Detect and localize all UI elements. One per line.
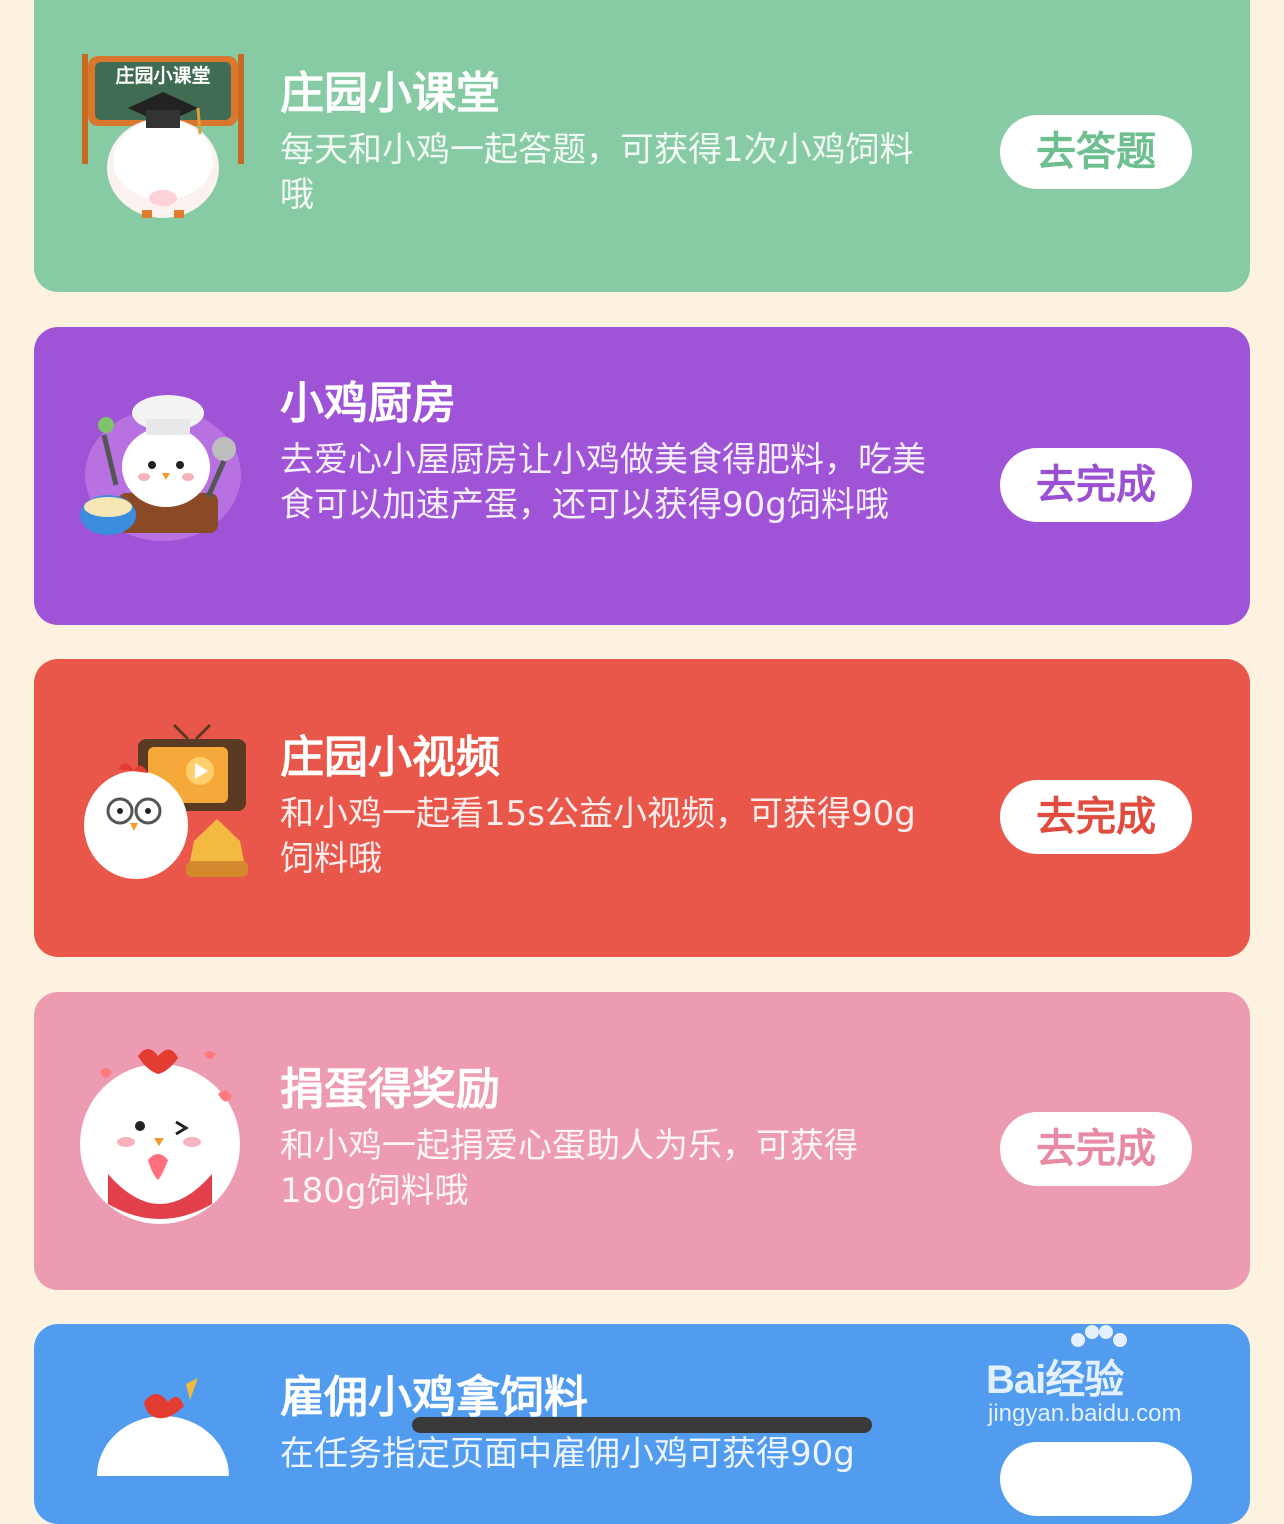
task-description: 和小鸡一起看15s公益小视频，可获得90g饲料哦 — [280, 794, 916, 879]
go-complete-button[interactable] — [1000, 1442, 1192, 1516]
task-title: 庄园小视频 — [280, 732, 500, 783]
go-answer-button[interactable]: 去答题 — [1000, 115, 1192, 189]
task-card-chick-kitchen: 小鸡厨房 去爱心小屋厨房让小鸡做美食得肥料，吃美食可以加速产蛋，还可以获得90g… — [34, 327, 1250, 625]
hire-chick-icon — [78, 1376, 248, 1524]
task-description: 每天和小鸡一起答题，可获得1次小鸡饲料哦 — [280, 130, 914, 215]
task-title: 捐蛋得奖励 — [280, 1064, 500, 1115]
task-card-donate-egg: 捐蛋得奖励 和小鸡一起捐爱心蛋助人为乐，可获得180g饲料哦 去完成 — [34, 992, 1250, 1290]
chef-chick-icon — [78, 385, 248, 555]
go-complete-button[interactable]: 去完成 — [1000, 448, 1192, 522]
baidu-jingyan-watermark: Bai经验 jingyan.baidu.com — [986, 1322, 1226, 1432]
task-card-farm-class: 庄园小课堂 庄园小课堂 每天和小鸡一起答题，可获得1次小鸡饲料哦 去答题 — [34, 0, 1250, 292]
chalkboard-chick-icon: 庄园小课堂 — [78, 50, 248, 220]
watermark-brand: Bai经验 — [986, 1358, 1124, 1402]
task-title: 庄园小课堂 — [280, 68, 500, 119]
task-description: 去爱心小屋厨房让小鸡做美食得肥料，吃美食可以加速产蛋，还可以获得90g饲料哦 — [280, 440, 926, 525]
heart-chick-icon — [78, 1044, 248, 1224]
go-complete-button[interactable]: 去完成 — [1000, 1112, 1192, 1186]
watermark-url: jingyan.baidu.com — [988, 1400, 1182, 1427]
chalkboard-text: 庄园小课堂 — [115, 64, 210, 87]
task-description: 和小鸡一起捐爱心蛋助人为乐，可获得180g饲料哦 — [280, 1126, 858, 1211]
task-title: 小鸡厨房 — [280, 378, 456, 429]
home-indicator[interactable] — [412, 1417, 872, 1433]
task-card-farm-video: 庄园小视频 和小鸡一起看15s公益小视频，可获得90g饲料哦 去完成 — [34, 659, 1250, 957]
tv-chick-icon — [78, 721, 248, 891]
task-description: 在任务指定页面中雇佣小鸡可获得90g — [280, 1434, 855, 1474]
go-complete-button[interactable]: 去完成 — [1000, 780, 1192, 854]
